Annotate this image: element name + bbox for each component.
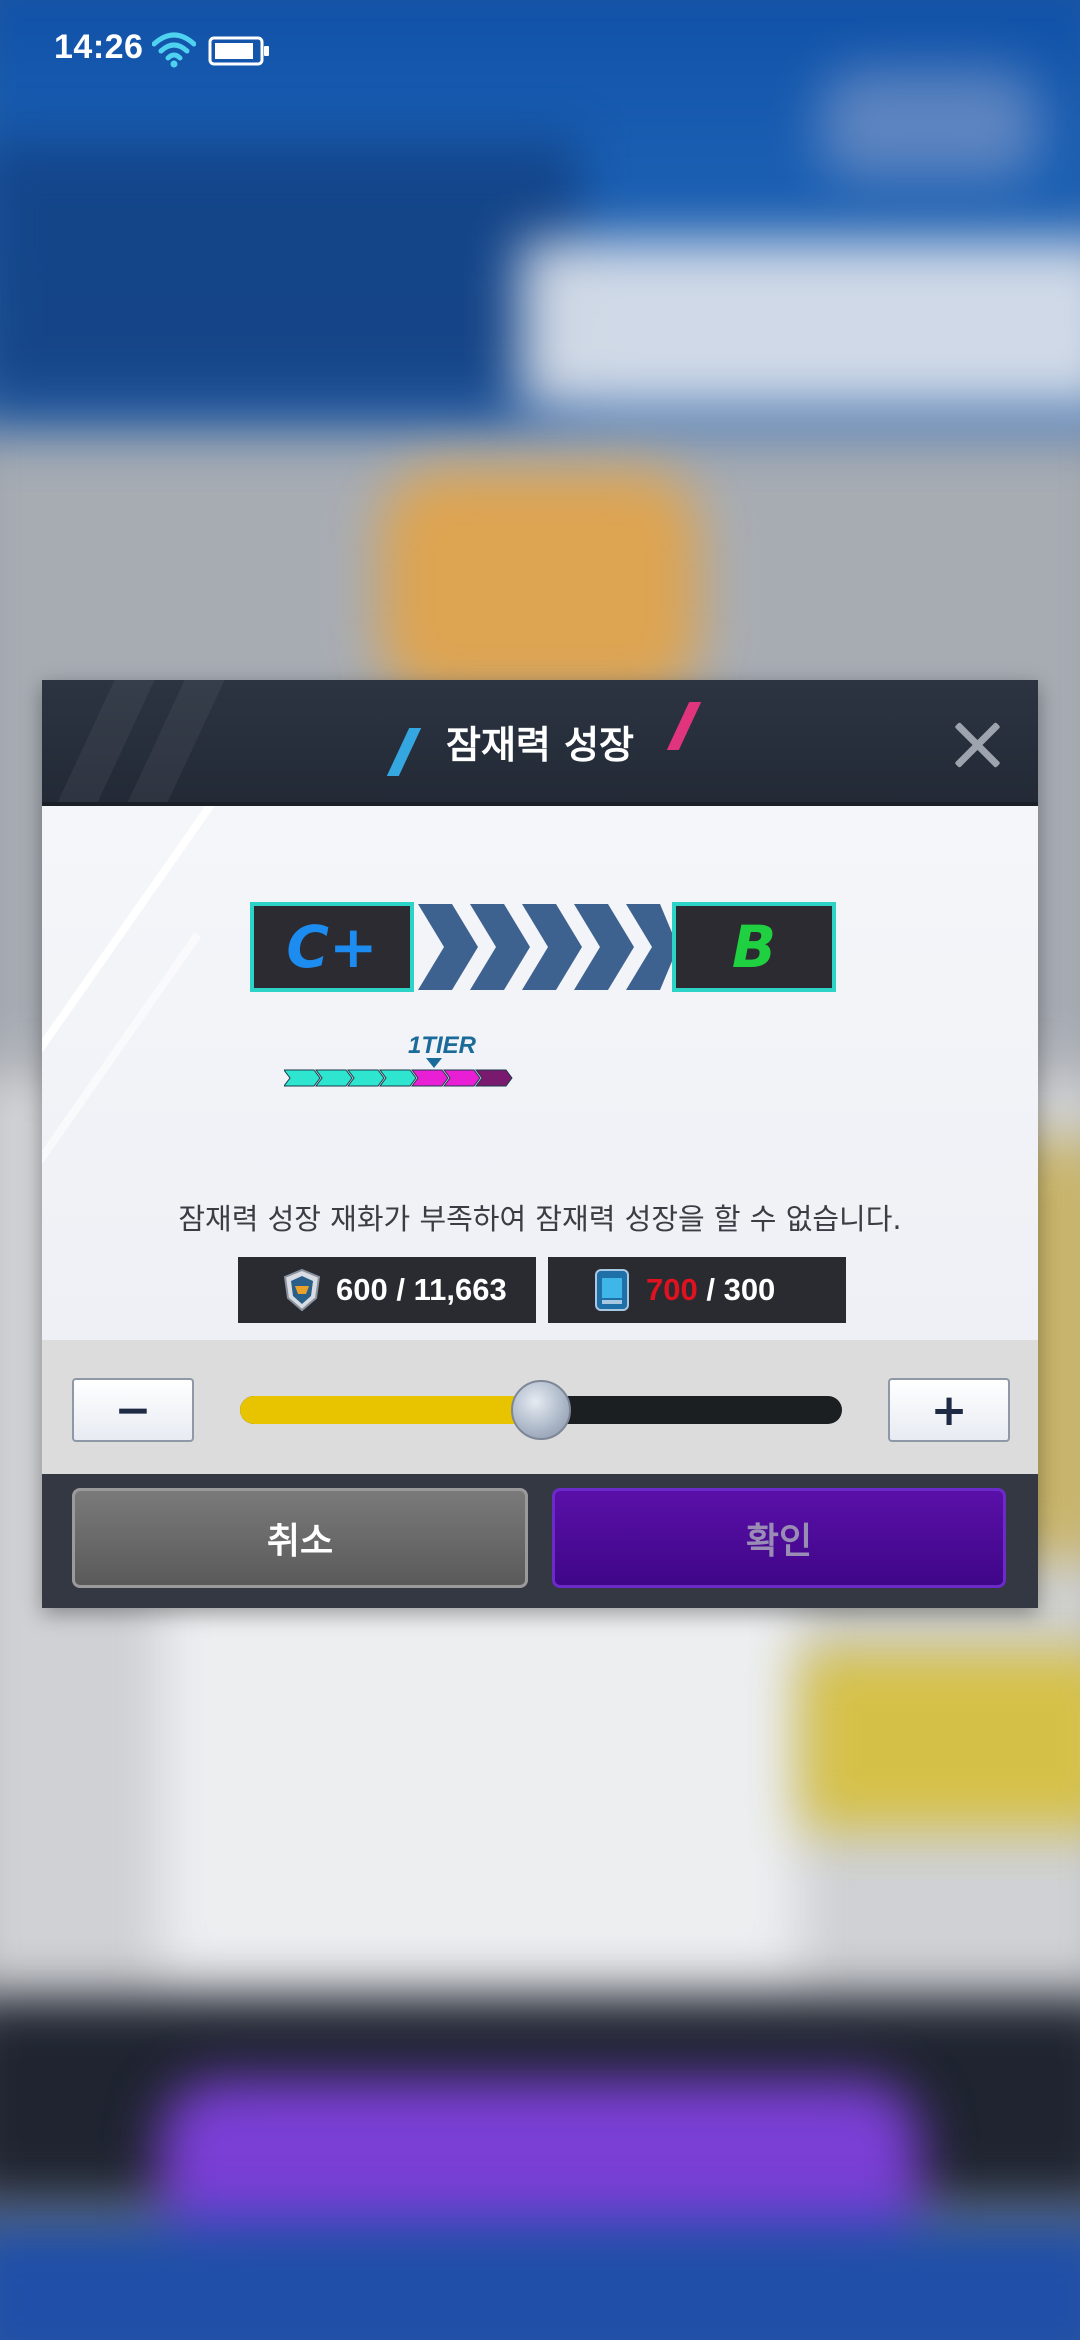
- currency-potential-medal: 600 / 11,663: [238, 1257, 536, 1323]
- potential-growth-dialog: 잠재력 성장 C+ B 1TIER 잠재력 성장 재화가 부족하여 잠재력 성장…: [42, 680, 1038, 1608]
- tier-segment: [347, 1069, 385, 1087]
- tier-segment: [443, 1069, 481, 1087]
- insufficient-message: 잠재력 성장 재화가 부족하여 잠재력 성장을 할 수 없습니다.: [178, 1202, 902, 1236]
- wifi-icon: [152, 32, 196, 68]
- dialog-footer: 취소 확인: [42, 1474, 1038, 1608]
- dialog-header: 잠재력 성장: [42, 680, 1038, 806]
- status-time: 14:26: [54, 28, 144, 66]
- status-bar: 14:26: [0, 0, 1080, 100]
- blue-card-icon: [595, 1269, 629, 1311]
- current-grade: C+: [250, 902, 414, 992]
- dialog-title: 잠재력 성장: [445, 723, 635, 767]
- tier-segment: [475, 1069, 513, 1087]
- currency-amount: 600 / 11,663: [336, 1272, 507, 1307]
- next-grade: B: [672, 902, 836, 992]
- currency-blue-card: 700 / 300: [548, 1257, 846, 1323]
- slider-fill: [240, 1396, 541, 1424]
- chevron-arrows-icon: [418, 904, 678, 990]
- slider-thumb[interactable]: [511, 1380, 571, 1440]
- currency-amount: 700 / 300: [646, 1272, 776, 1307]
- minus-button[interactable]: −: [72, 1378, 194, 1442]
- potential-medal-icon: [283, 1268, 321, 1312]
- tier-segment: [379, 1069, 417, 1087]
- plus-button[interactable]: +: [888, 1378, 1010, 1442]
- tier-segment: [284, 1069, 321, 1087]
- tier-progress-bar: [284, 1069, 513, 1087]
- tier-segment: [315, 1069, 353, 1087]
- confirm-button[interactable]: 확인: [552, 1488, 1006, 1588]
- dialog-body: C+ B 1TIER 잠재력 성장 재화가 부족하여 잠재력 성장을 할 수 없…: [42, 806, 1038, 1340]
- tier-label: 1TIER: [408, 1032, 477, 1059]
- quantity-slider-row: − +: [42, 1340, 1038, 1474]
- battery-icon: [208, 36, 269, 66]
- close-icon[interactable]: [946, 712, 1010, 776]
- cancel-button[interactable]: 취소: [72, 1488, 528, 1588]
- tier-segment: [411, 1069, 449, 1087]
